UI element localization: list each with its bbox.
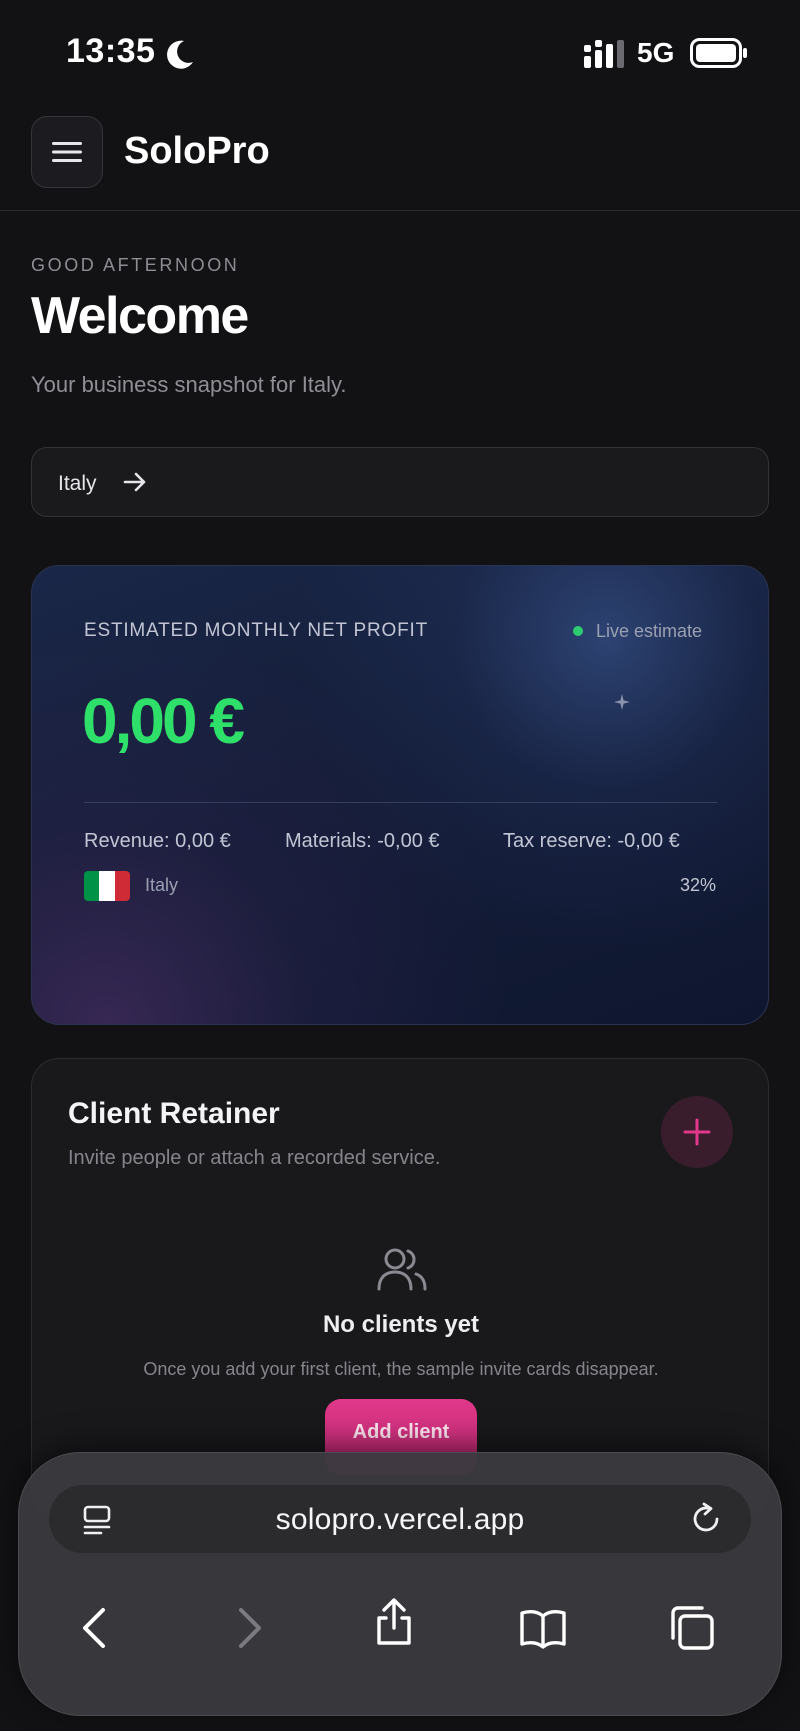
- arrow-right-icon: [123, 472, 146, 492]
- moon-icon: [167, 40, 193, 69]
- live-estimate-label: Live estimate: [596, 621, 703, 641]
- page-title: Welcome: [31, 287, 249, 345]
- url-text: solopro.vercel.app: [275, 1503, 525, 1536]
- greeting-eyebrow: GOOD AFTERNOON: [31, 255, 240, 275]
- tabs-icon[interactable]: [667, 1603, 717, 1653]
- empty-state-description: Once you add your first client, the samp…: [143, 1359, 659, 1379]
- add-client-fab[interactable]: [661, 1096, 733, 1168]
- greeting-subtitle: Your business snapshot for Italy.: [31, 372, 347, 397]
- profit-value: 0,00 €: [82, 685, 245, 757]
- country-selector-label: Italy: [58, 472, 97, 495]
- reload-icon[interactable]: [689, 1502, 723, 1536]
- share-icon[interactable]: [369, 1597, 419, 1647]
- forward-icon[interactable]: [223, 1603, 273, 1653]
- back-icon[interactable]: [71, 1603, 121, 1653]
- italy-flag-icon: [84, 871, 130, 901]
- sparkle-icon: [614, 694, 630, 710]
- revenue-value: Revenue: 0,00 €: [84, 830, 231, 852]
- bookmarks-icon[interactable]: [518, 1603, 568, 1653]
- hamburger-menu-icon: [52, 142, 82, 162]
- status-time: 13:35: [66, 32, 156, 70]
- menu-button[interactable]: [31, 116, 103, 188]
- users-icon: [377, 1248, 427, 1291]
- app-header: SoloPro: [0, 100, 800, 211]
- network-label: 5G: [637, 37, 675, 68]
- signal-icon: [584, 40, 624, 68]
- materials-value: Materials: -0,00 €: [285, 830, 440, 852]
- profit-divider: [84, 802, 717, 803]
- live-indicator-dot: [573, 626, 583, 636]
- client-retainer-card: Client Retainer Invite people or attach …: [31, 1058, 769, 1518]
- profit-card: ESTIMATED MONTHLY NET PROFIT Live estima…: [31, 565, 769, 1025]
- browser-toolbar: solopro.vercel.app: [18, 1452, 782, 1716]
- profit-label: ESTIMATED MONTHLY NET PROFIT: [84, 620, 429, 641]
- empty-state-title: No clients yet: [322, 1311, 480, 1338]
- tax-rate: 32%: [679, 875, 716, 895]
- plus-icon: [683, 1118, 711, 1146]
- battery-icon: [690, 38, 747, 68]
- address-bar[interactable]: solopro.vercel.app: [49, 1485, 751, 1553]
- client-retainer-subtitle: Invite people or attach a recorded servi…: [68, 1147, 441, 1169]
- client-retainer-title: Client Retainer: [68, 1097, 280, 1130]
- tax-reserve-value: Tax reserve: -0,00 €: [503, 830, 680, 852]
- app-title: SoloPro: [124, 130, 270, 172]
- flag-country-label: Italy: [145, 875, 179, 895]
- country-selector[interactable]: Italy: [31, 447, 769, 517]
- status-bar: 13:35 5G: [0, 0, 800, 100]
